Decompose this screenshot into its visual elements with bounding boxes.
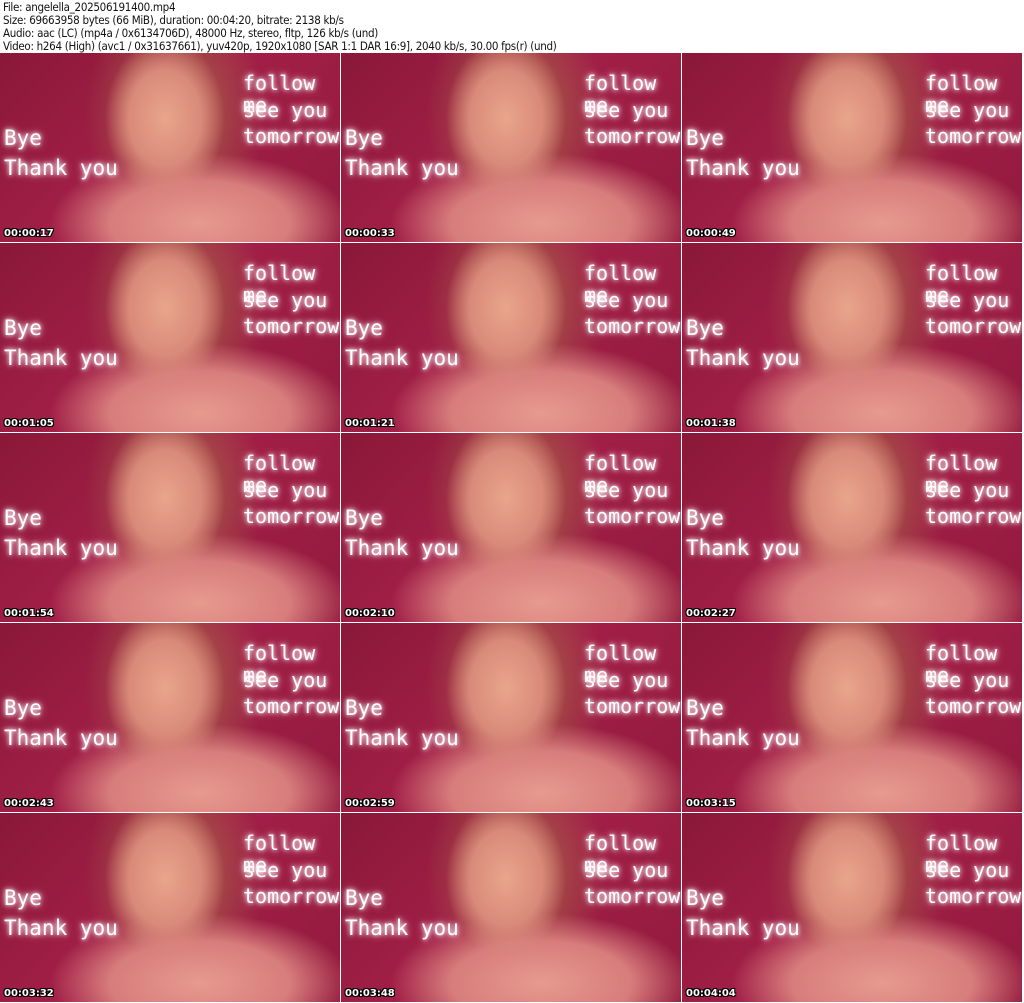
thumbnail-timestamp: 00:03:32 (4, 988, 54, 999)
overlay-text: Thank you (686, 346, 800, 370)
overlay-text: Thank you (686, 726, 800, 750)
thumbnail-timestamp: 00:00:49 (686, 228, 736, 239)
overlay-text: see you (925, 98, 1010, 122)
thumbnail-timestamp: 00:00:17 (4, 228, 54, 239)
overlay-text: Thank you (686, 536, 800, 560)
video-thumbnail: follow me see you tomorrow Bye Thank you 00:0… (682, 53, 1022, 242)
overlay-text: see you (243, 858, 328, 882)
thumbnail-timestamp: 00:01:21 (345, 418, 395, 429)
video-thumbnail: follow me see you tomorrow Bye Thank you 00:0… (0, 623, 340, 812)
overlay-text: Thank you (4, 536, 118, 560)
overlay-text: Bye (686, 886, 724, 910)
overlay-text: tomorrow (584, 124, 681, 148)
thumbnail-timestamp: 00:04:04 (686, 988, 736, 999)
overlay-text: Thank you (4, 916, 118, 940)
overlay-text: Bye (4, 696, 42, 720)
overlay-text: see you (925, 288, 1010, 312)
overlay-text: tomorrow (243, 504, 340, 528)
overlay-text: Thank you (686, 156, 800, 180)
overlay-text: Bye (345, 886, 383, 910)
overlay-text: see you (243, 478, 328, 502)
overlay-text: tomorrow (925, 694, 1022, 718)
thumbnail-timestamp: 00:02:59 (345, 798, 395, 809)
overlay-text: see you (243, 98, 328, 122)
overlay-text: Bye (345, 316, 383, 340)
overlay-text: Bye (345, 126, 383, 150)
overlay-text: Bye (686, 316, 724, 340)
overlay-text: tomorrow (925, 124, 1022, 148)
video-thumbnail: follow me see you tomorrow Bye Thank you 00:0… (0, 813, 340, 1002)
overlay-text: Thank you (345, 156, 459, 180)
overlay-text: Thank you (345, 536, 459, 560)
overlay-text: tomorrow (925, 884, 1022, 908)
thumbnail-timestamp: 00:01:05 (4, 418, 54, 429)
overlay-text: Thank you (4, 346, 118, 370)
overlay-text: see you (584, 478, 669, 502)
overlay-text: see you (925, 858, 1010, 882)
overlay-text: see you (243, 288, 328, 312)
overlay-text: Bye (4, 126, 42, 150)
overlay-text: Bye (686, 506, 724, 530)
overlay-text: tomorrow (243, 314, 340, 338)
overlay-text: tomorrow (243, 694, 340, 718)
thumbnail-timestamp: 00:01:38 (686, 418, 736, 429)
video-thumbnail: follow me see you tomorrow Bye Thank you 00:0… (341, 243, 681, 432)
overlay-text: Bye (4, 886, 42, 910)
overlay-text: Bye (345, 696, 383, 720)
video-thumbnail: follow me see you tomorrow Bye Thank you 00:0… (682, 243, 1022, 432)
overlay-text: see you (584, 668, 669, 692)
overlay-text: tomorrow (584, 694, 681, 718)
overlay-text: tomorrow (584, 884, 681, 908)
overlay-text: Bye (4, 506, 42, 530)
thumbnail-timestamp: 00:03:48 (345, 988, 395, 999)
overlay-text: Thank you (345, 726, 459, 750)
overlay-text: tomorrow (584, 314, 681, 338)
overlay-text: see you (584, 858, 669, 882)
overlay-text: tomorrow (243, 124, 340, 148)
overlay-text: Bye (686, 126, 724, 150)
thumbnail-timestamp: 00:02:43 (4, 798, 54, 809)
overlay-text: Bye (345, 506, 383, 530)
video-thumbnail: follow me see you tomorrow Bye Thank you 00:0… (341, 813, 681, 1002)
thumbnail-timestamp: 00:03:15 (686, 798, 736, 809)
overlay-text: Bye (686, 696, 724, 720)
overlay-text: see you (243, 668, 328, 692)
thumbnail-timestamp: 00:00:33 (345, 228, 395, 239)
overlay-text: tomorrow (243, 884, 340, 908)
overlay-text: tomorrow (925, 504, 1022, 528)
thumbnail-timestamp: 00:01:54 (4, 608, 54, 619)
overlay-text: see you (584, 288, 669, 312)
video-thumbnail: follow me see you tomorrow Bye Thank you 00:0… (682, 623, 1022, 812)
video-thumbnail: follow me see you tomorrow Bye Thank you 00:0… (341, 623, 681, 812)
overlay-text: Thank you (4, 156, 118, 180)
video-thumbnail: follow me see you tomorrow Bye Thank you 00:0… (0, 53, 340, 242)
thumbnail-timestamp: 00:02:27 (686, 608, 736, 619)
overlay-text: Thank you (686, 916, 800, 940)
video-thumbnail: follow me see you tomorrow Bye Thank you 00:0… (682, 433, 1022, 622)
overlay-text: tomorrow (925, 314, 1022, 338)
overlay-text: Thank you (4, 726, 118, 750)
thumbnail-timestamp: 00:02:10 (345, 608, 395, 619)
video-info: Video: h264 (High) (avc1 / 0x31637661), … (3, 39, 557, 53)
overlay-text: see you (584, 98, 669, 122)
video-thumbnail: follow me see you tomorrow Bye Thank you 00:0… (341, 433, 681, 622)
video-thumbnail: follow me see you tomorrow Bye Thank you 00:0… (0, 243, 340, 432)
video-thumbnail: follow me see you tomorrow Bye Thank you 00:0… (682, 813, 1022, 1002)
overlay-text: see you (925, 478, 1010, 502)
overlay-text: see you (925, 668, 1010, 692)
overlay-text: Thank you (345, 346, 459, 370)
overlay-text: tomorrow (584, 504, 681, 528)
video-thumbnail: follow me see you tomorrow Bye Thank you 00:0… (341, 53, 681, 242)
video-thumbnail: follow me see you tomorrow Bye Thank you 00:0… (0, 433, 340, 622)
overlay-text: Bye (4, 316, 42, 340)
overlay-text: Thank you (345, 916, 459, 940)
file-info-header: File: angelella_202506191400.mp4 Size: 6… (3, 1, 557, 53)
